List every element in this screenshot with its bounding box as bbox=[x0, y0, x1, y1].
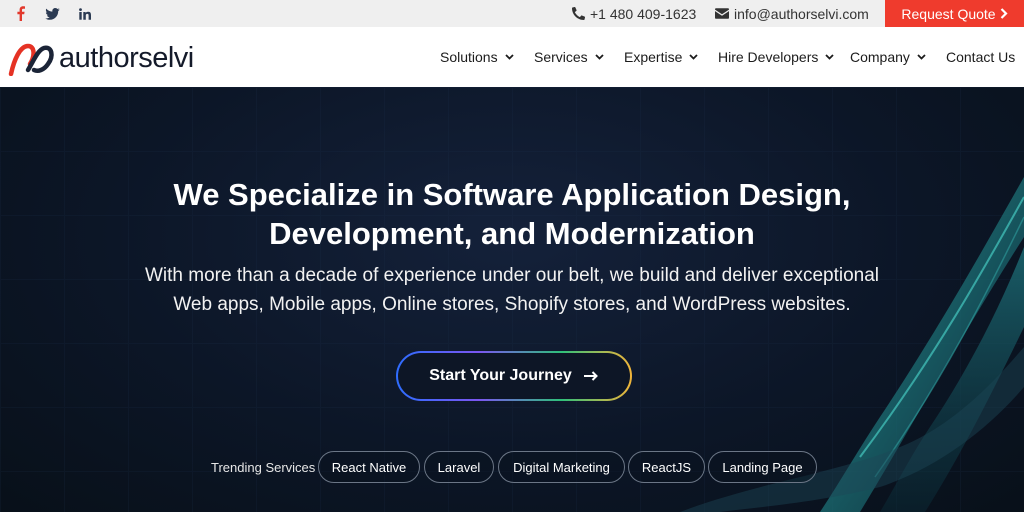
chevron-down-icon bbox=[504, 54, 514, 60]
request-quote-label: Request Quote bbox=[901, 5, 996, 22]
email-address: info@authorselvi.com bbox=[734, 5, 869, 22]
request-quote-button[interactable]: Request Quote bbox=[885, 0, 1024, 27]
trending-services-label: Trending Services bbox=[211, 459, 316, 475]
logo[interactable]: authorselvi bbox=[8, 40, 194, 76]
phone-number: +1 480 409-1623 bbox=[590, 5, 697, 22]
nav-label: Contact Us bbox=[946, 49, 1016, 65]
chevron-down-icon bbox=[689, 54, 698, 60]
nav-label: Company bbox=[850, 49, 910, 65]
nav-label: Hire Developers bbox=[718, 49, 819, 65]
arrow-right-icon bbox=[583, 371, 598, 381]
logo-text: authorselvi bbox=[59, 41, 194, 74]
nav-label: Services bbox=[534, 49, 588, 65]
start-journey-label: Start Your Journey bbox=[429, 367, 572, 384]
trending-pill-landing-page[interactable]: Landing Page bbox=[708, 451, 817, 483]
hero-heading-line-1: We Specialize in Software Application De… bbox=[173, 177, 851, 212]
chevron-down-icon bbox=[595, 54, 604, 60]
hero-subheading-line-1: With more than a decade of experience un… bbox=[144, 265, 880, 286]
chevron-right-icon bbox=[1000, 8, 1008, 19]
start-journey-button[interactable]: Start Your Journey bbox=[396, 351, 632, 401]
hero-heading-line-2: Development, and Modernization bbox=[269, 216, 755, 251]
nav-solutions[interactable]: Solutions bbox=[440, 27, 514, 87]
hero-heading: We Specialize in Software Application De… bbox=[112, 175, 912, 253]
hero-section: We Specialize in Software Application De… bbox=[0, 87, 1024, 512]
phone-icon bbox=[572, 7, 585, 20]
email-contact[interactable]: info@authorselvi.com bbox=[715, 0, 869, 27]
trending-pill-laravel[interactable]: Laravel bbox=[424, 451, 494, 483]
top-bar: +1 480 409-1623 info@authorselvi.com Req… bbox=[0, 0, 1024, 27]
hero-subheading-line-2: Web apps, Mobile apps, Online stores, Sh… bbox=[173, 294, 851, 315]
envelope-icon bbox=[715, 8, 729, 19]
nav-hire-developers[interactable]: Hire Developers bbox=[718, 27, 835, 87]
logo-mark-icon bbox=[8, 43, 54, 76]
trending-pill-digital-marketing[interactable]: Digital Marketing bbox=[498, 451, 625, 483]
phone-contact[interactable]: +1 480 409-1623 bbox=[572, 0, 696, 27]
trending-pill-react-native[interactable]: React Native bbox=[318, 451, 420, 483]
chevron-down-icon bbox=[917, 54, 926, 60]
nav-label: Solutions bbox=[440, 49, 498, 65]
linkedin-icon[interactable] bbox=[74, 0, 96, 27]
start-journey-button-inner: Start Your Journey bbox=[398, 353, 630, 399]
nav-contact-us[interactable]: Contact Us bbox=[946, 27, 1015, 87]
facebook-icon[interactable] bbox=[10, 0, 30, 27]
chevron-down-icon bbox=[825, 54, 835, 60]
twitter-icon[interactable] bbox=[41, 0, 63, 27]
nav-label: Expertise bbox=[624, 49, 683, 65]
hero-subheading: With more than a decade of experience un… bbox=[112, 261, 912, 319]
nav-company[interactable]: Company bbox=[850, 27, 926, 87]
nav-expertise[interactable]: Expertise bbox=[624, 27, 698, 87]
nav-services[interactable]: Services bbox=[534, 27, 604, 87]
trending-pill-reactjs[interactable]: ReactJS bbox=[628, 451, 705, 483]
